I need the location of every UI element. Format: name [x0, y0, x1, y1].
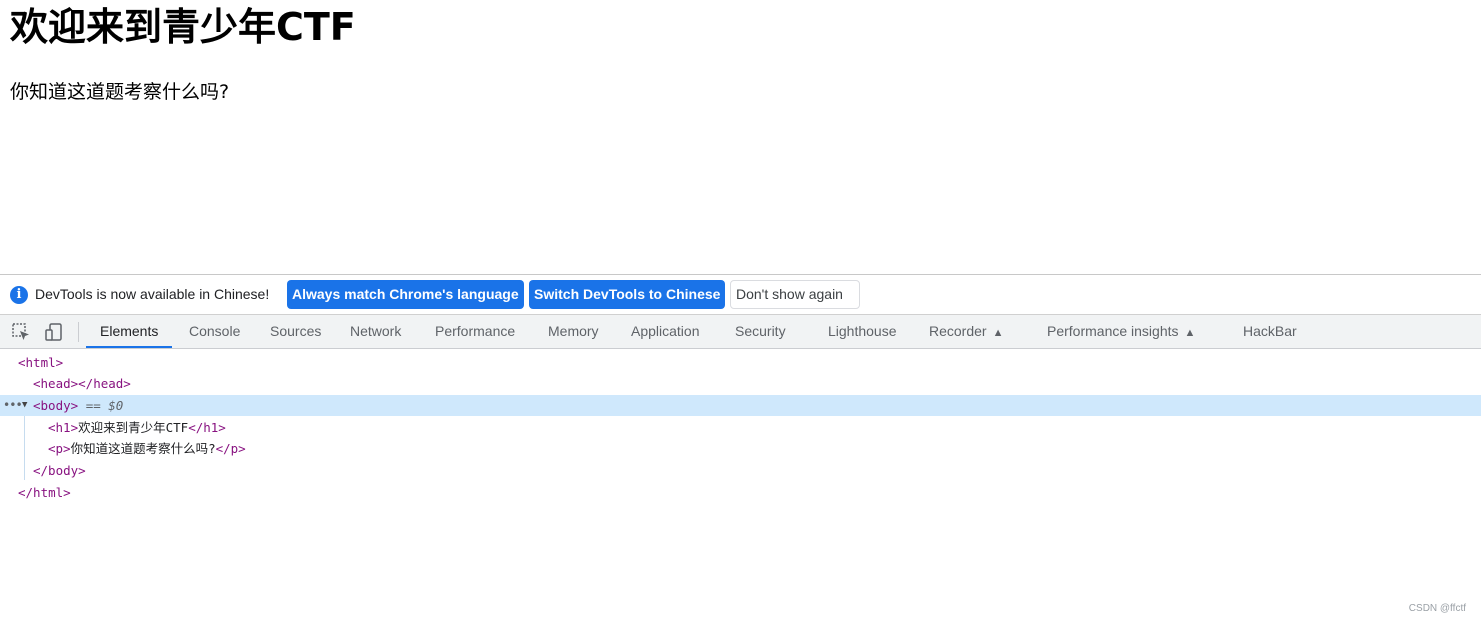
p-close-tag: </p> [215, 441, 246, 456]
html-close-tag: </html> [18, 485, 71, 500]
page-paragraph: 你知道这道题考察什么吗? [10, 81, 230, 103]
page-heading: 欢迎来到青少年CTF [10, 5, 356, 49]
dont-show-again-button[interactable]: Don't show again [730, 280, 860, 309]
tab-lighthouse[interactable]: Lighthouse [828, 315, 897, 348]
tab-hackbar[interactable]: HackBar [1243, 315, 1297, 348]
dom-node-p[interactable]: <p>你知道这道题考察什么吗?</p> [0, 438, 1481, 459]
switch-to-chinese-button[interactable]: Switch DevTools to Chinese [529, 280, 725, 309]
experiment-flask-icon: ▲ [992, 327, 1004, 339]
dom-node-head[interactable]: <head></head> [0, 373, 1481, 394]
body-open-tag: <body> [33, 398, 79, 413]
tab-sources[interactable]: Sources [270, 315, 321, 348]
tab-performance-insights[interactable]: Performance insights ▲ [1047, 315, 1195, 348]
dom-node-body-close[interactable]: </body> [0, 460, 1481, 481]
tab-memory[interactable]: Memory [548, 315, 599, 348]
elements-tree: <html> <head></head> ••• ▼ <body> == $0 … [0, 349, 1481, 622]
html-open-tag: <html> [18, 355, 64, 370]
h1-close-tag: </h1> [188, 420, 226, 435]
p-open-tag: <p> [48, 441, 71, 456]
language-infobar: i DevTools is now available in Chinese! … [0, 275, 1481, 315]
info-icon: i [10, 286, 28, 304]
tab-performance[interactable]: Performance [435, 315, 515, 348]
infobar-message: DevTools is now available in Chinese! [35, 286, 270, 302]
toolbar-divider [78, 322, 79, 342]
dom-node-html-close[interactable]: </html> [0, 482, 1481, 503]
dom-node-body[interactable]: ••• ▼ <body> == $0 [0, 395, 1481, 416]
tab-security[interactable]: Security [735, 315, 786, 348]
head-tag: <head></head> [33, 376, 131, 391]
tab-elements[interactable]: Elements [86, 315, 173, 348]
h1-open-tag: <h1> [48, 420, 79, 435]
h1-text-node: 欢迎来到青少年CTF [78, 420, 189, 435]
tab-performance-insights-label: Performance insights [1047, 323, 1179, 339]
more-options-icon[interactable]: ••• [3, 395, 23, 416]
device-toolbar-icon[interactable] [44, 322, 64, 342]
tab-recorder-label: Recorder [929, 323, 987, 339]
tab-application[interactable]: Application [631, 315, 700, 348]
experiment-flask-icon: ▲ [1184, 327, 1196, 339]
expand-arrow-icon[interactable]: ▼ [22, 395, 27, 416]
tab-recorder[interactable]: Recorder ▲ [929, 315, 1003, 348]
p-text-node: 你知道这道题考察什么吗? [70, 441, 216, 456]
devtools-panel: i DevTools is now available in Chinese! … [0, 274, 1481, 622]
dom-node-h1[interactable]: <h1>欢迎来到青少年CTF</h1> [0, 417, 1481, 438]
watermark: CSDN @ffctf [1408, 603, 1466, 614]
body-close-tag: </body> [33, 463, 86, 478]
page-viewport: 欢迎来到青少年CTF 你知道这道题考察什么吗? [0, 0, 1481, 274]
dom-node-html[interactable]: <html> [0, 352, 1481, 373]
devtools-tabbar: Elements Console Sources Network Perform… [0, 315, 1481, 349]
inspect-element-icon[interactable] [11, 322, 31, 342]
always-match-language-button[interactable]: Always match Chrome's language [287, 280, 524, 309]
selected-node-marker: == $0 [85, 398, 124, 413]
tab-network[interactable]: Network [350, 315, 401, 348]
tab-console[interactable]: Console [189, 315, 240, 348]
